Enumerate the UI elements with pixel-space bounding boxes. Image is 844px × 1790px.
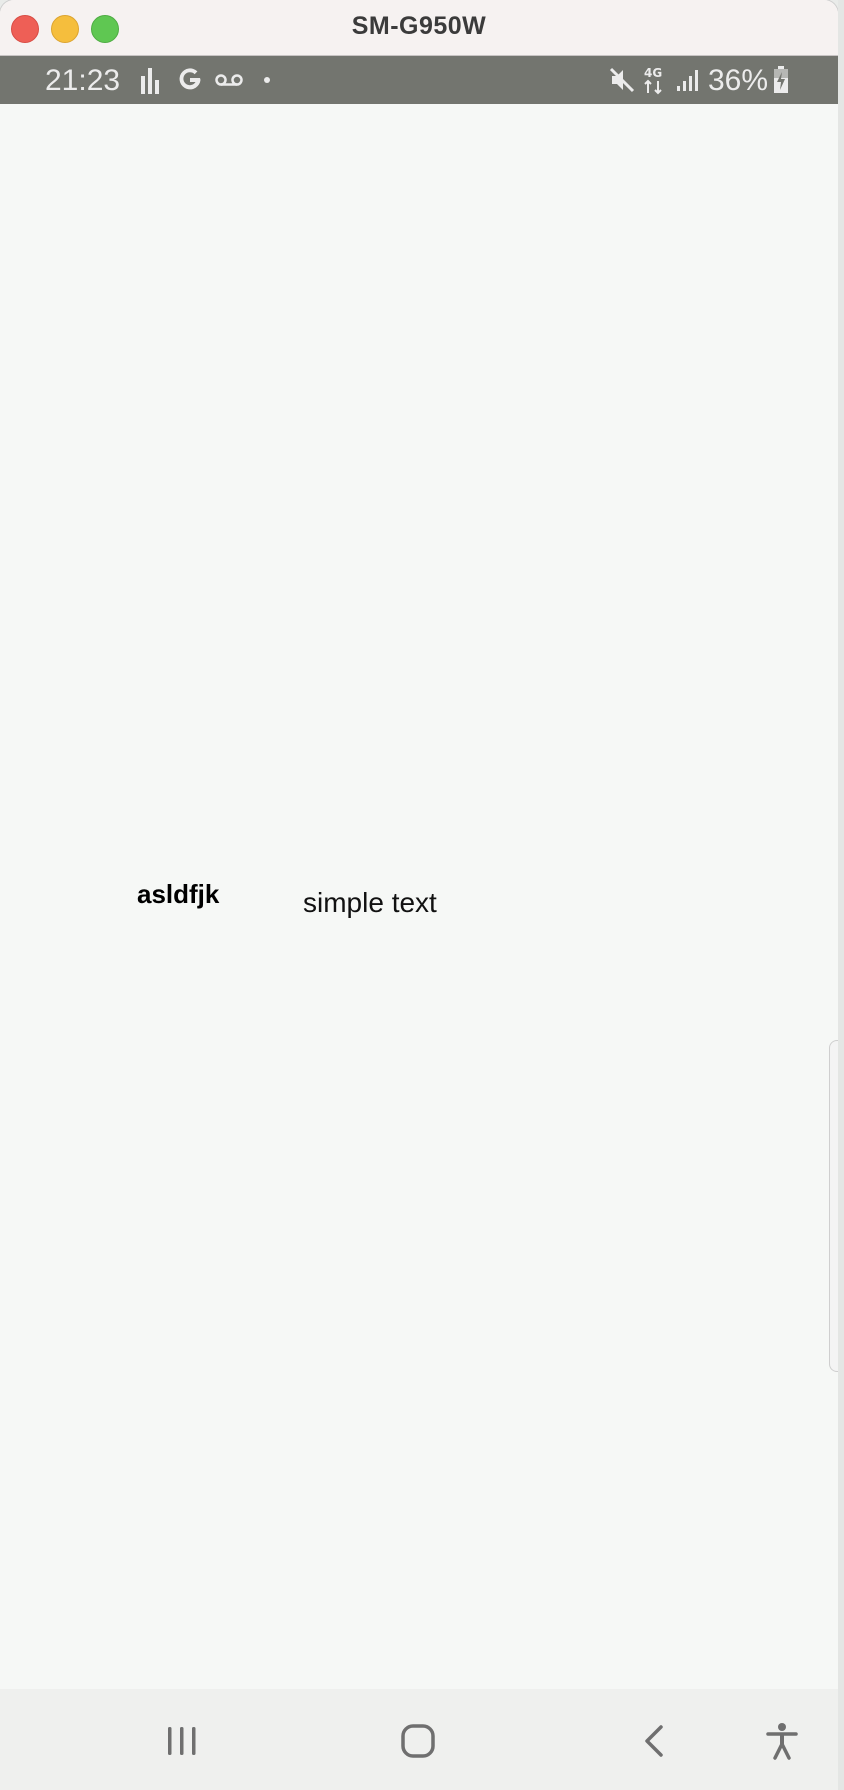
bold-text-label: asldfjk: [137, 879, 220, 909]
mute-icon: [608, 64, 636, 96]
accessibility-icon[interactable]: [752, 1713, 812, 1769]
home-icon[interactable]: [388, 1713, 448, 1769]
android-status-bar: 21:23 4G 36%: [0, 56, 838, 104]
android-nav-bar: [0, 1689, 838, 1790]
battery-percent: 36%: [708, 64, 769, 97]
bar-chart-icon: [140, 64, 160, 96]
window-title: SM-G950W: [351, 12, 487, 40]
simple-text-label: simple text: [303, 887, 437, 918]
status-time: 21:23: [45, 64, 121, 97]
window-titlebar: SM-G950W: [0, 0, 838, 56]
desktop-background-strip: [838, 0, 844, 1790]
app-content: asldfjk simple text: [0, 104, 838, 1689]
side-scroll-handle[interactable]: [829, 1040, 838, 1372]
battery-charging-icon: [772, 64, 790, 96]
recents-icon[interactable]: [152, 1713, 212, 1769]
emulator-window: SM-G950W 21:23 4G 36% asldfjk simple tex…: [0, 0, 838, 1790]
voicemail-icon: [215, 64, 243, 96]
google-g-icon: [176, 64, 204, 96]
4g-data-icon: 4G: [642, 64, 666, 96]
network-type-label: 4G: [644, 66, 662, 80]
signal-icon: [675, 64, 701, 96]
dot-icon: [262, 64, 272, 96]
back-icon[interactable]: [624, 1713, 684, 1769]
